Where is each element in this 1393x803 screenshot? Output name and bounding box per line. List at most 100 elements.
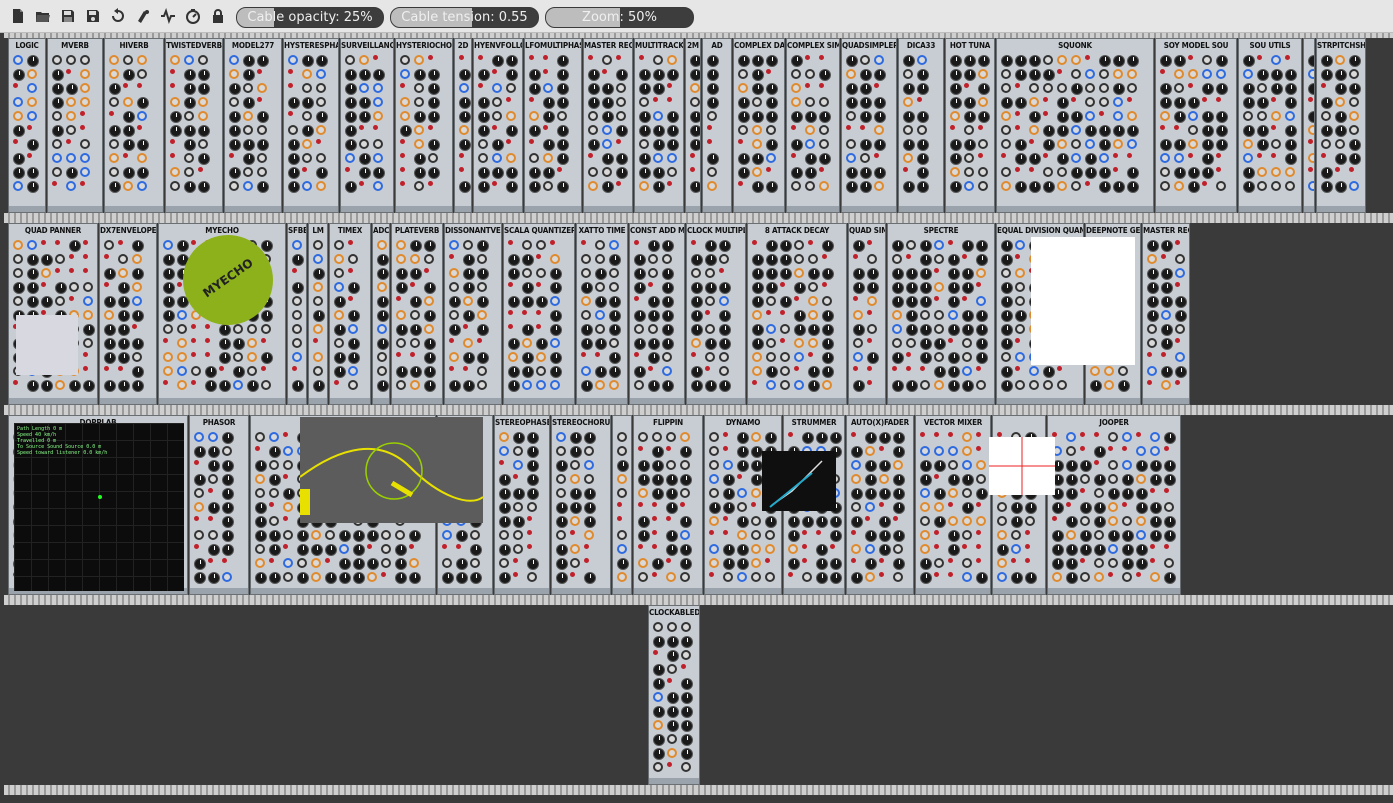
knob[interactable] xyxy=(1001,282,1013,294)
save-icon[interactable] xyxy=(58,6,78,26)
knob[interactable] xyxy=(1321,55,1333,67)
knob[interactable] xyxy=(410,296,422,308)
knob[interactable] xyxy=(556,572,568,584)
knob[interactable] xyxy=(414,153,426,165)
knob[interactable] xyxy=(550,310,562,322)
module-panel[interactable]: FLIPPIN xyxy=(633,415,703,595)
port-jack[interactable] xyxy=(794,254,804,264)
knob[interactable] xyxy=(1174,167,1186,179)
knob[interactable] xyxy=(639,111,651,123)
port-jack[interactable] xyxy=(808,254,818,264)
plugin-icon[interactable] xyxy=(133,6,153,26)
knob[interactable] xyxy=(396,282,408,294)
module-panel[interactable]: SFBE xyxy=(287,223,307,405)
knob[interactable] xyxy=(681,734,693,746)
knob[interactable] xyxy=(584,502,596,514)
port-jack[interactable] xyxy=(1271,167,1281,177)
knob[interactable] xyxy=(948,254,960,266)
lock-icon[interactable] xyxy=(208,6,228,26)
knob[interactable] xyxy=(934,338,946,350)
knob[interactable] xyxy=(892,352,904,364)
port-jack[interactable] xyxy=(780,324,790,334)
knob[interactable] xyxy=(449,380,461,392)
knob[interactable] xyxy=(163,254,175,266)
port-jack[interactable] xyxy=(737,488,747,498)
port-jack[interactable] xyxy=(292,310,302,320)
port-jack[interactable] xyxy=(709,516,719,526)
knob[interactable] xyxy=(1001,366,1013,378)
port-jack[interactable] xyxy=(27,97,37,107)
knob[interactable] xyxy=(1085,125,1097,137)
knob[interactable] xyxy=(588,69,600,81)
knob[interactable] xyxy=(860,111,872,123)
port-jack[interactable] xyxy=(976,460,986,470)
port-jack[interactable] xyxy=(1015,352,1025,362)
port-jack[interactable] xyxy=(302,83,312,93)
port-jack[interactable] xyxy=(723,572,733,582)
port-jack[interactable] xyxy=(536,240,546,250)
port-jack[interactable] xyxy=(269,432,279,442)
knob[interactable] xyxy=(104,352,116,364)
knob[interactable] xyxy=(962,282,974,294)
knob[interactable] xyxy=(13,153,25,165)
knob[interactable] xyxy=(766,55,778,67)
port-jack[interactable] xyxy=(52,139,62,149)
knob[interactable] xyxy=(780,296,792,308)
knob[interactable] xyxy=(638,516,650,528)
knob[interactable] xyxy=(1052,502,1064,514)
port-jack[interactable] xyxy=(177,338,187,348)
knob[interactable] xyxy=(681,720,693,732)
port-jack[interactable] xyxy=(80,83,90,93)
port-jack[interactable] xyxy=(1099,97,1109,107)
knob[interactable] xyxy=(1057,97,1069,109)
port-jack[interactable] xyxy=(283,558,293,568)
knob[interactable] xyxy=(634,310,646,322)
port-jack[interactable] xyxy=(791,83,801,93)
port-jack[interactable] xyxy=(805,139,815,149)
knob[interactable] xyxy=(570,432,582,444)
knob[interactable] xyxy=(1122,530,1134,542)
knob[interactable] xyxy=(822,366,834,378)
knob[interactable] xyxy=(584,432,596,444)
port-jack[interactable] xyxy=(751,572,761,582)
port-jack[interactable] xyxy=(846,69,856,79)
knob[interactable] xyxy=(830,516,842,528)
port-jack[interactable] xyxy=(765,530,775,540)
knob[interactable] xyxy=(410,324,422,336)
knob[interactable] xyxy=(243,139,255,151)
port-jack[interactable] xyxy=(243,111,253,121)
knob[interactable] xyxy=(1122,558,1134,570)
knob[interactable] xyxy=(634,282,646,294)
port-jack[interactable] xyxy=(1161,310,1171,320)
knob[interactable] xyxy=(964,111,976,123)
knob[interactable] xyxy=(906,324,918,336)
knob[interactable] xyxy=(962,380,974,392)
knob[interactable] xyxy=(184,97,196,109)
port-jack[interactable] xyxy=(243,125,253,135)
port-jack[interactable] xyxy=(1164,502,1174,512)
knob[interactable] xyxy=(557,69,569,81)
port-jack[interactable] xyxy=(634,380,644,390)
knob[interactable] xyxy=(1113,83,1125,95)
module-panel[interactable]: SCALA QUANTIZER xyxy=(503,223,575,405)
knob[interactable] xyxy=(1175,366,1187,378)
port-jack[interactable] xyxy=(1108,474,1118,484)
port-jack[interactable] xyxy=(602,139,612,149)
port-jack[interactable] xyxy=(934,254,944,264)
knob[interactable] xyxy=(123,125,135,137)
knob[interactable] xyxy=(752,69,764,81)
port-jack[interactable] xyxy=(377,324,387,334)
knob[interactable] xyxy=(639,125,651,137)
port-jack[interactable] xyxy=(137,181,147,191)
knob[interactable] xyxy=(737,558,749,570)
port-jack[interactable] xyxy=(638,572,648,582)
knob[interactable] xyxy=(666,488,678,500)
port-jack[interactable] xyxy=(255,558,265,568)
port-jack[interactable] xyxy=(705,296,715,306)
knob[interactable] xyxy=(52,125,64,137)
knob[interactable] xyxy=(1150,530,1162,542)
knob[interactable] xyxy=(1285,125,1297,137)
knob[interactable] xyxy=(816,516,828,528)
knob[interactable] xyxy=(690,139,700,151)
port-jack[interactable] xyxy=(853,352,863,362)
